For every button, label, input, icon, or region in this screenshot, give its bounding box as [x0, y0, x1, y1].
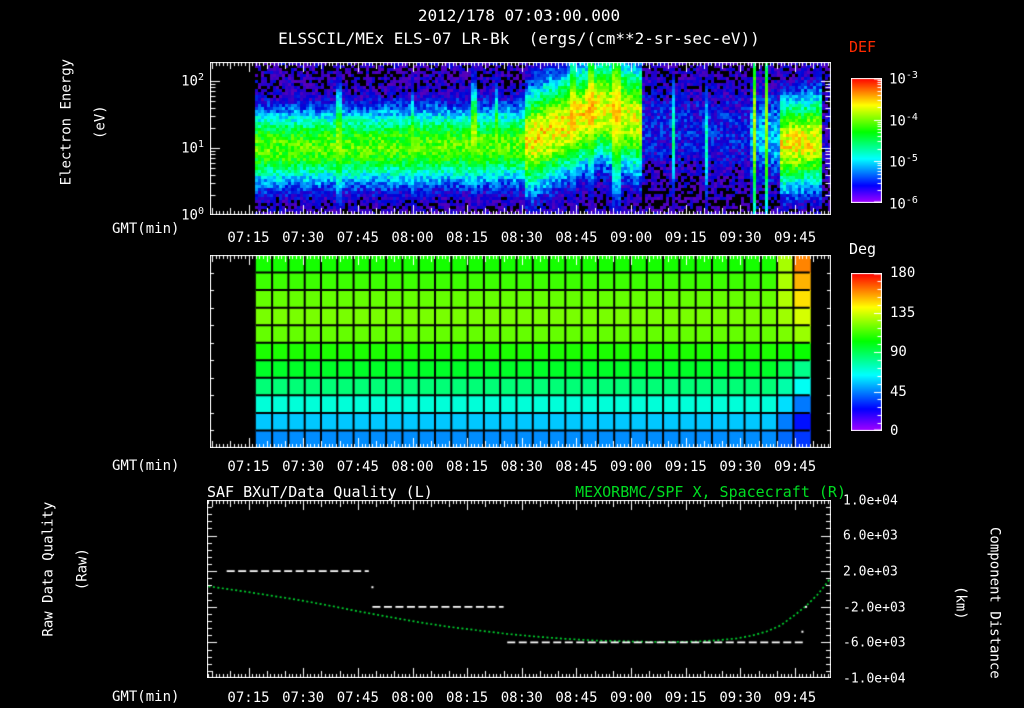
x-tick-label: 09:30: [719, 459, 762, 475]
right-tick-label: 2.0e+03: [843, 564, 898, 580]
quality-distance-plot-canvas: [207, 500, 831, 678]
deg-colorbar-title: Deg: [849, 240, 877, 258]
def-tick-1e-5: 10-5: [889, 153, 918, 171]
def-tick-1e-6: 10-6: [889, 195, 918, 213]
right-tick-label: -6.0e+03: [843, 635, 906, 651]
x-tick-label: 09:00: [610, 690, 653, 706]
x-tick-label: 08:00: [391, 459, 434, 475]
x-tick-label: 07:15: [227, 690, 270, 706]
x-tick-label: 08:00: [391, 230, 434, 246]
deg-tick-label: 180: [890, 265, 916, 281]
science-summary-plot: 2012/178 07:03:00.000 ELSSCIL/MEx ELS-07…: [0, 0, 1024, 708]
def-colorbar: [851, 78, 882, 203]
bottom-left-series-title: SAF_BXuT/Data Quality (L): [207, 483, 433, 501]
bottom-right-axis-label: Component Distance (km): [952, 527, 1003, 679]
x-tick-label: 07:30: [282, 459, 325, 475]
x-tick-label: 07:30: [282, 690, 325, 706]
x-tick-label: 09:45: [774, 690, 817, 706]
x-tick-label: 08:45: [555, 690, 598, 706]
right-tick-label: -1.0e+04: [843, 671, 906, 687]
top-x-axis-label: GMT(min): [112, 221, 180, 237]
x-tick-label: 08:30: [500, 459, 543, 475]
right-tick-label: 1.0e+04: [843, 493, 898, 509]
x-tick-label: 08:30: [500, 230, 543, 246]
def-tick-1e-3: 10-3: [889, 70, 918, 88]
x-tick-label: 09:30: [719, 690, 762, 706]
x-tick-label: 07:45: [336, 459, 379, 475]
x-tick-label: 08:00: [391, 690, 434, 706]
x-tick-label: 09:45: [774, 459, 817, 475]
top-ytick-1e0: 100: [181, 206, 204, 224]
x-tick-label: 08:15: [446, 690, 489, 706]
x-tick-label: 09:30: [719, 230, 762, 246]
x-tick-label: 09:00: [610, 230, 653, 246]
bottom-x-axis-label: GMT(min): [112, 689, 180, 705]
def-tick-1e-4: 10-4: [889, 112, 918, 130]
page-title-datetime: 2012/178 07:03:00.000: [417, 6, 621, 25]
top-ytick-1e1: 101: [181, 139, 204, 157]
def-colorbar-title: DEF: [849, 38, 877, 56]
top-ytick-1e2: 102: [181, 72, 204, 90]
x-tick-label: 07:15: [227, 230, 270, 246]
deg-tick-label: 0: [890, 423, 899, 439]
x-tick-label: 07:30: [282, 230, 325, 246]
x-tick-label: 09:00: [610, 459, 653, 475]
x-tick-label: 08:45: [555, 459, 598, 475]
x-tick-label: 07:45: [336, 230, 379, 246]
top-y-axis-label: Electron Energy (eV): [58, 58, 109, 186]
x-tick-label: 09:15: [664, 459, 707, 475]
x-tick-label: 08:30: [500, 690, 543, 706]
energy-spectrogram-canvas: [210, 62, 831, 215]
x-tick-label: 08:15: [446, 459, 489, 475]
x-tick-label: 09:45: [774, 230, 817, 246]
x-tick-label: 09:15: [664, 690, 707, 706]
mid-x-axis-label: GMT(min): [112, 458, 180, 474]
deg-colorbar: [851, 273, 882, 431]
deg-tick-label: 45: [890, 383, 907, 400]
right-tick-label: 6.0e+03: [843, 528, 898, 544]
pitch-angle-heatmap-canvas: [210, 255, 831, 448]
deg-tick-label: 90: [890, 344, 907, 360]
x-tick-label: 07:15: [227, 459, 270, 475]
x-tick-label: 08:15: [446, 230, 489, 246]
bottom-right-series-title: MEXORBMC/SPF X, Spacecraft (R): [575, 483, 846, 501]
right-tick-label: -2.0e+03: [843, 600, 906, 616]
x-tick-label: 07:45: [336, 690, 379, 706]
bottom-left-axis-label: Raw Data Quality (Raw): [40, 501, 91, 637]
deg-tick-label: 135: [890, 304, 916, 321]
x-tick-label: 08:45: [555, 230, 598, 246]
x-tick-label: 09:15: [664, 230, 707, 246]
